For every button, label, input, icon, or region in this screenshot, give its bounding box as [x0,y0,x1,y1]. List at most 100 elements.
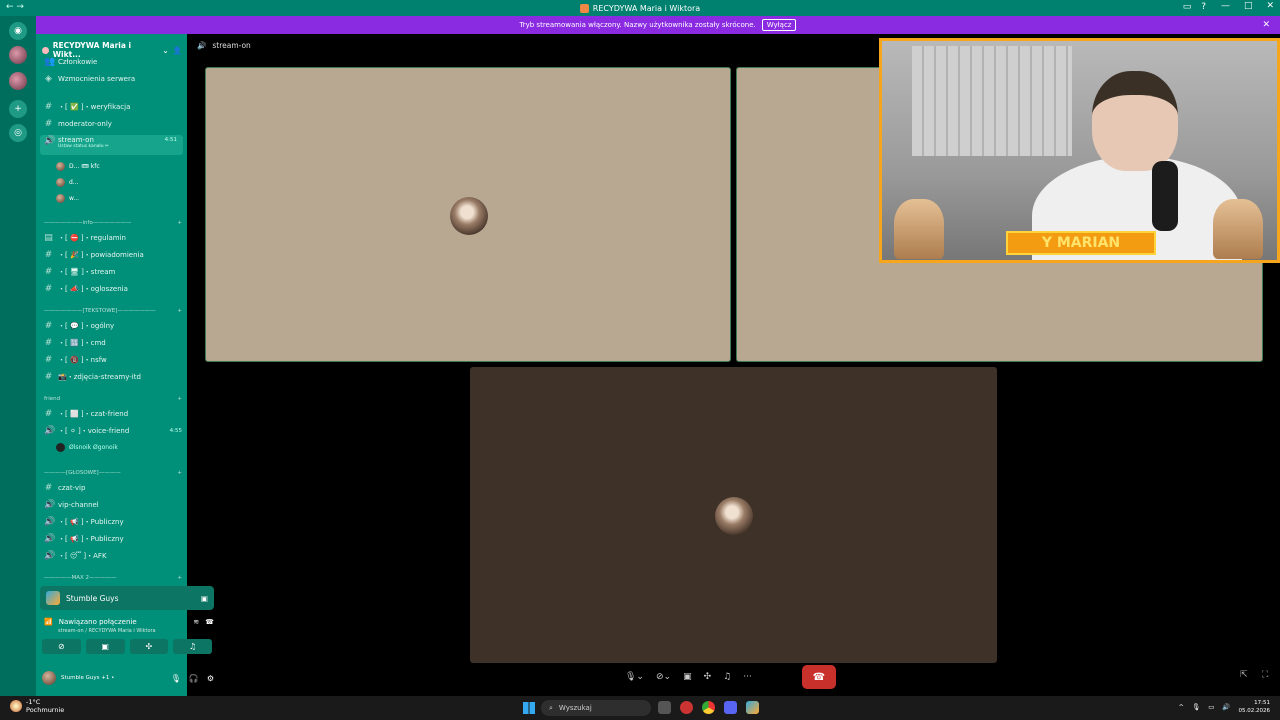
windows-start-icon[interactable] [523,702,535,714]
close-button[interactable]: ✕ [1266,1,1274,11]
noise-icon[interactable]: ≋ [193,618,199,626]
discord-home-icon[interactable]: ◉ [9,22,27,40]
share-screen-icon[interactable]: ▣ [683,672,692,682]
channel-czat-vip[interactable]: # czat-vip [44,482,86,494]
maximize-button[interactable]: □ [1244,1,1253,11]
app-icon[interactable] [680,701,693,714]
disconnect-button[interactable]: ☎ [802,665,836,689]
disable-streamer-button[interactable]: Wyłącz [761,19,797,31]
add-channel-icon[interactable]: + [177,220,182,226]
clock[interactable]: 17:51 05.02.2026 [1239,699,1271,715]
soundboard-icon[interactable]: ♫ [723,672,731,682]
headphones-icon[interactable]: 🎧 [189,674,199,683]
user-panel: Stumble Guys +1 • 🎙 🎧 ⚙ [42,668,214,688]
voice-user[interactable]: d... [56,177,79,188]
disconnect-icon[interactable]: ☎ [205,618,214,626]
boost-icon: ◈ [45,74,52,84]
channel-publiczny-2[interactable]: 🔊 ・[ 📢 ]・Publiczny [44,533,124,545]
windows-taskbar: -1°C Pochmurnie ⌕ Wyszukaj ^ 🎙 ▭ 🔊 17:51… [0,696,1280,720]
search-placeholder: Wyszukaj [558,704,592,712]
participant-tile[interactable] [470,367,997,663]
gear-icon[interactable]: ⚙ [207,674,214,683]
volume-icon[interactable]: 🔊 [1222,703,1230,711]
add-server-icon[interactable]: + [9,100,27,118]
category-friend[interactable]: friend + [44,396,182,402]
channel-voice-friend[interactable]: 🔊 ・[ ⚪ ]・voice-friend 4:55 [44,425,184,437]
chrome-icon[interactable] [702,701,715,714]
voice-user[interactable]: Ølsnoik Øgonoik [56,442,118,453]
channel-vip-channel[interactable]: 🔊 vip-channel [44,499,99,511]
voice-action-buttons: ⊘ ▣ ✣ ♫ [42,639,212,654]
add-channel-icon[interactable]: + [177,575,182,581]
category-tekstowe[interactable]: ———————[TEKSTOWE]——————— + [44,308,182,314]
category-max[interactable]: —————MAX 2————— + [44,575,182,581]
invite-icon[interactable]: 👤 [173,46,182,55]
camera-off-button[interactable]: ⊘ [42,639,81,654]
channel-powiadomienia[interactable]: # ・[ 🎉 ]・powiadomienia [44,249,144,261]
channel-cmd[interactable]: # ・[ 🔢 ]・cmd [44,337,106,349]
screen-share-icon[interactable]: ▣ [201,594,208,603]
channel-label: ・[ 📣 ]・ogloszenia [58,285,128,293]
add-channel-icon[interactable]: + [177,470,182,476]
activities-button[interactable]: ✣ [129,639,169,654]
mic-icon[interactable]: 🎙⌄ [625,672,644,682]
weather-widget[interactable]: -1°C Pochmurnie [10,698,64,714]
game-taskbar-icon[interactable] [746,701,759,714]
game-name: Stumble Guys [66,593,119,603]
category-glosowe[interactable]: ————[GŁOSOWE]———— + [44,470,182,476]
channel-ogloszenia[interactable]: # ・[ 📣 ]・ogloszenia [44,283,128,295]
channel-regulamin[interactable]: ▤ ・[ ⛔ ]・regulamin [44,232,126,244]
discord-icon[interactable] [724,701,737,714]
channel-nsfw[interactable]: # ・[ 🔞 ]・nsfw [44,354,107,366]
task-view-icon[interactable] [658,701,671,714]
add-channel-icon[interactable]: + [177,308,182,314]
camera-off-icon[interactable]: ⊘⌄ [656,672,671,682]
soundboard-button[interactable]: ♫ [173,639,212,654]
channel-stream-on[interactable]: 🔊 stream-on Ustaw status kanału ✏ 4:51 [40,135,183,155]
user-name: Ølsnoik Øgonoik [69,444,118,451]
share-screen-button[interactable]: ▣ [85,639,125,654]
user-name: D... 🎟 kfc [69,163,100,170]
mic-icon[interactable]: 🎙 [171,674,181,683]
inbox-icon[interactable]: ▭ [1183,2,1192,12]
participant-tile[interactable] [205,67,731,362]
add-channel-icon[interactable]: + [177,396,182,402]
mic-tray-icon[interactable]: 🎙 [1192,703,1200,711]
channel-stream[interactable]: # ・[ 🖥 ]・stream [44,266,116,278]
activities-icon[interactable]: ✣ [704,672,712,682]
channel-zdjecia[interactable]: # 📸・zdjęcia-streamy-itd [44,371,141,383]
channel-czat-friend[interactable]: # ・[ ⬜ ]・czat-friend [44,408,128,420]
channel-weryfikacja[interactable]: # ・[ ✅ ]・weryfikacja [44,101,131,113]
channel-afk[interactable]: 🔊 ・[ 😴 ]・AFK [44,550,107,562]
back-forward-icons[interactable]: ← → [6,2,24,12]
explore-icon[interactable]: ◎ [9,124,27,142]
fullscreen-icon[interactable]: ⛶ [1262,670,1268,680]
hash-icon: # [44,338,53,348]
user-name: d... [69,179,79,186]
channel-ogolny[interactable]: # ・[ 💬 ]・ogólny [44,320,114,332]
user-avatar[interactable] [42,671,56,685]
voice-user[interactable]: D... 🎟 kfc [56,161,100,172]
taskbar-search[interactable]: ⌕ Wyszukaj [541,700,651,716]
chevron-up-icon[interactable]: ^ [1179,703,1184,711]
more-icon[interactable]: ··· [743,672,752,682]
server-icon-active[interactable] [9,46,27,64]
avatar [56,178,65,187]
window-blinds [912,46,1072,156]
network-icon[interactable]: ▭ [1208,703,1214,711]
voice-timer: 4:55 [169,428,182,434]
channel-moderator-only[interactable]: # moderator-only [44,118,112,130]
server-icon[interactable] [9,72,27,90]
channel-status[interactable]: Ustaw status kanału ✏ [58,144,109,149]
voice-user[interactable]: w... [56,193,79,204]
help-icon[interactable]: ? [1201,2,1206,12]
channel-publiczny-1[interactable]: 🔊 ・[ 📢 ]・Publiczny [44,516,124,528]
close-banner-icon[interactable]: ✕ [1262,20,1270,30]
boosts-item[interactable]: ◈ Wzmocnienia serwera [44,73,135,85]
popout-icon[interactable]: ⇱ [1240,670,1248,680]
activity-bar[interactable]: Stumble Guys ▣ [40,586,214,610]
members-item[interactable]: 👥 Członkowie [44,56,97,68]
minimize-button[interactable]: — [1221,1,1230,11]
category-info[interactable]: ———————info——————— + [44,220,182,226]
channel-label: 📸・zdjęcia-streamy-itd [58,373,141,381]
